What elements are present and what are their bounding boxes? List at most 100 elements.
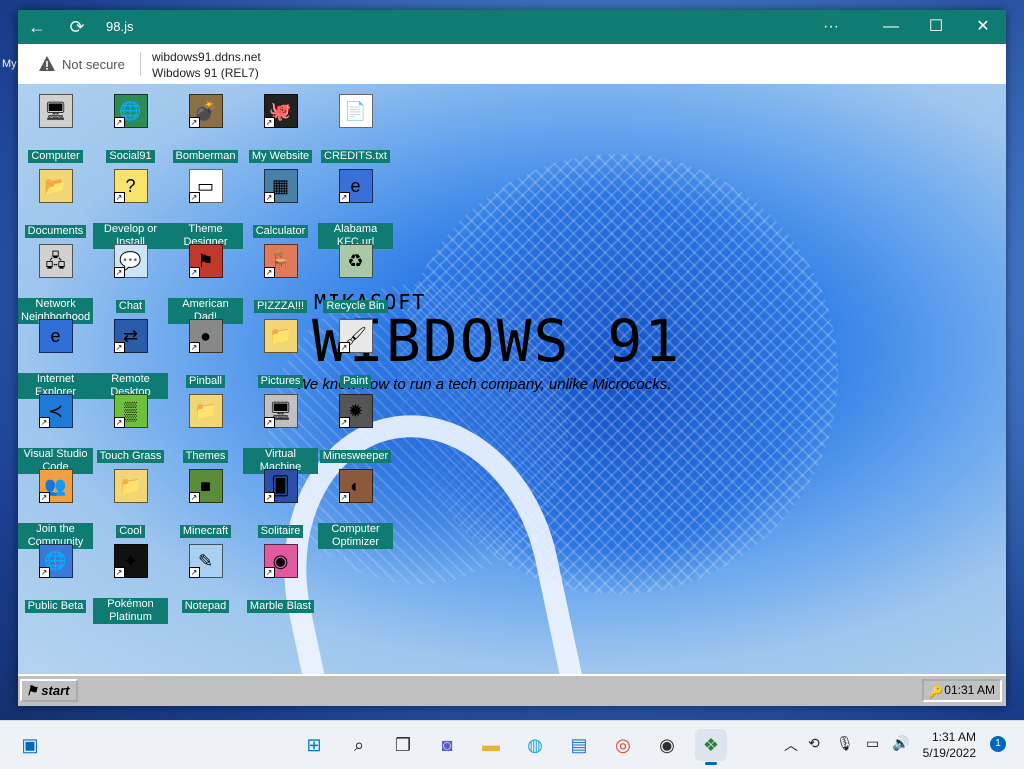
shortcut-arrow-icon: ↗ bbox=[113, 567, 125, 578]
desktop-icon[interactable]: ▦ ↗ Calculator bbox=[243, 169, 318, 239]
shortcut-arrow-icon: ↗ bbox=[188, 567, 200, 578]
desktop-icon[interactable]: ◐ ↗ Computer Optimizer bbox=[318, 469, 393, 550]
search-icon[interactable]: ⌕ bbox=[343, 729, 375, 761]
start-icon[interactable]: ⊞ bbox=[298, 729, 330, 761]
desktop-icon[interactable]: 📁 Cool bbox=[93, 469, 168, 539]
desktop-icon[interactable]: ✦ ↗ Pokémon Platinum bbox=[93, 544, 168, 625]
desktop-icon-image: ✦ ↗ bbox=[113, 544, 148, 578]
desktop-icon-image: ■ ↗ bbox=[188, 469, 223, 503]
store-icon[interactable]: ▤ bbox=[563, 729, 595, 761]
notification-badge[interactable]: 1 bbox=[990, 736, 1006, 752]
desktop-icon[interactable]: 🖥 ↗ Virtual Machine bbox=[243, 394, 318, 475]
desktop-icon[interactable]: 💣 ↗ Bomberman bbox=[168, 94, 243, 164]
desktop-icon[interactable]: ✎ ↗ Notepad bbox=[168, 544, 243, 614]
desktop-icon[interactable]: 🪑 ↗ PIZZZA!!! bbox=[243, 244, 318, 314]
desktop-icon-label: Notepad bbox=[181, 600, 230, 613]
sync-icon[interactable]: ⟲ bbox=[808, 735, 820, 752]
shortcut-arrow-icon: ↗ bbox=[263, 117, 275, 128]
shortcut-arrow-icon: ↗ bbox=[113, 117, 125, 128]
tray-clock[interactable]: 01:31 AM bbox=[944, 681, 995, 700]
desktop-icon-image: ⇄ ↗ bbox=[113, 319, 148, 353]
desktop-icon-image: ? ↗ bbox=[113, 169, 148, 203]
desktop-icon-image: 📄 bbox=[338, 94, 373, 128]
more-options-button[interactable]: ··· bbox=[808, 10, 854, 44]
chat-icon[interactable]: ◙ bbox=[431, 729, 463, 761]
desktop-icon[interactable]: 🌐 ↗ Social91 bbox=[93, 94, 168, 164]
desktop-icon[interactable]: ▭ ↗ Theme Designer bbox=[168, 169, 243, 250]
desktop-icon[interactable]: e ↗ Alabama KFC.url bbox=[318, 169, 393, 250]
shortcut-arrow-icon: ↗ bbox=[263, 192, 275, 203]
desktop-icon[interactable]: 📁 Pictures bbox=[243, 319, 318, 389]
desktop-icon[interactable]: 📂 Documents bbox=[18, 169, 93, 239]
desktop-icon[interactable]: 🖧 Network Neighborhood bbox=[18, 244, 94, 325]
desktop-icon-label: Touch Grass bbox=[96, 450, 165, 463]
shortcut-arrow-icon: ↗ bbox=[188, 117, 200, 128]
desktop-icon-image: 🖥 bbox=[38, 94, 73, 128]
desktop-icon[interactable]: 🖥 Computer bbox=[18, 94, 93, 164]
desktop-icon[interactable]: 🖌 ↗ Paint bbox=[318, 319, 393, 389]
desktop-icon-image: ● ↗ bbox=[188, 319, 223, 353]
warning-icon[interactable] bbox=[38, 55, 56, 73]
maximize-button[interactable]: ☐ bbox=[913, 10, 959, 44]
shortcut-arrow-icon: ↗ bbox=[188, 192, 200, 203]
desktop-icon[interactable]: ⚑ ↗ American Dad! bbox=[168, 244, 243, 325]
microphone-icon[interactable]: 🎙 bbox=[836, 735, 854, 752]
address-bar[interactable]: Not secure wibdows91.ddns.net Wibdows 91… bbox=[18, 44, 1006, 84]
desktop-icon[interactable]: ≺ ↗ Visual Studio Code bbox=[18, 394, 93, 475]
desktop-icon[interactable]: ? ↗ Develop or Install bbox=[93, 169, 168, 250]
desktop-icon-image: 👥 ↗ bbox=[38, 469, 73, 503]
shortcut-arrow-icon: ↗ bbox=[113, 192, 125, 203]
desktop-icon-label: Bomberman bbox=[172, 150, 239, 163]
security-status[interactable]: Not secure bbox=[62, 57, 125, 72]
desktop-icon-image: 📂 bbox=[38, 169, 73, 203]
volume-icon[interactable]: 🔊 bbox=[892, 735, 909, 752]
desktop-icon-label: Pictures bbox=[257, 375, 304, 388]
desktop-icon-label: My Website bbox=[248, 150, 313, 163]
desktop-icon-label: Marble Blast bbox=[246, 600, 315, 613]
desktop-icon[interactable]: ⇄ ↗ Remote Desktop bbox=[93, 319, 168, 400]
folder-pictures-icon: 📁 bbox=[263, 319, 298, 353]
chevron-up-icon[interactable]: ︿ bbox=[784, 735, 798, 755]
desktop-icon-label: Social91 bbox=[106, 150, 155, 163]
windows-taskbar: ▣ ⊞ ⌕ ❐ ◙ ▬ ◍ ▤ ◎ ◉ ❖ ︿ ⟲ 🎙 ▭ 🔊 1:31 AM 5/19/2022 … bbox=[0, 720, 1024, 769]
network-icon: 🖧 bbox=[38, 244, 73, 278]
desktop-icon-label: Themes bbox=[182, 450, 229, 463]
desktop-icon[interactable]: e Internet Explorer bbox=[18, 319, 93, 400]
desktop-icon[interactable]: ♻ Recycle Bin bbox=[318, 244, 393, 314]
address-divider bbox=[140, 52, 141, 76]
desktop-icon-label: Recycle Bin bbox=[323, 300, 388, 313]
start-button[interactable]: ⚑ start bbox=[20, 679, 78, 702]
desktop-icon[interactable]: ◉ ↗ Marble Blast bbox=[243, 544, 318, 614]
close-button[interactable]: ✕ bbox=[960, 10, 1006, 44]
taskbar-clock[interactable]: 1:31 AM 5/19/2022 bbox=[923, 729, 976, 761]
edge-icon[interactable]: ◍ bbox=[519, 729, 551, 761]
desktop-icon[interactable]: 🐙 ↗ My Website bbox=[243, 94, 318, 164]
minimize-button[interactable]: — bbox=[868, 10, 914, 44]
explorer-icon[interactable]: ▬ bbox=[475, 729, 507, 761]
app98-icon[interactable]: ❖ bbox=[695, 729, 727, 765]
desktop-icon[interactable]: ▒ ↗ Touch Grass bbox=[93, 394, 168, 464]
desktop-icon-image: ♻ bbox=[338, 244, 373, 278]
taskview-icon[interactable]: ❐ bbox=[387, 729, 419, 761]
network-icon[interactable]: ▭ bbox=[866, 735, 879, 752]
key-icon[interactable]: 🔑 bbox=[928, 683, 943, 702]
widgets-icon[interactable]: ▣ bbox=[14, 729, 46, 761]
desktop-icon[interactable]: 🂠 ↗ Solitaire bbox=[243, 469, 318, 539]
refresh-icon[interactable]: ⟳ bbox=[66, 16, 88, 38]
obs-icon[interactable]: ◉ bbox=[651, 729, 683, 761]
desktop-icon-image: ⚑ ↗ bbox=[188, 244, 223, 278]
desktop-icon[interactable]: ■ ↗ Minecraft bbox=[168, 469, 243, 539]
url-text[interactable]: wibdows91.ddns.net bbox=[152, 50, 261, 64]
desktop-icon[interactable]: 📁 Themes bbox=[168, 394, 243, 464]
desktop-icon[interactable]: ● ↗ Pinball bbox=[168, 319, 243, 389]
clock-date: 5/19/2022 bbox=[922, 746, 976, 760]
desktop-icon[interactable]: 🌐 ↗ Public Beta bbox=[18, 544, 93, 614]
desktop-icon[interactable]: 📄 CREDITS.txt bbox=[318, 94, 393, 164]
desktop-icon[interactable]: ✹ ↗ Minesweeper bbox=[318, 394, 393, 464]
windows-flag-icon: ⚑ bbox=[26, 683, 38, 698]
wibdows-desktop[interactable]: MIKASOFT WIBDOWS 91 We know how to run a… bbox=[18, 84, 1006, 674]
desktop-icon[interactable]: 💬 ↗ Chat bbox=[93, 244, 168, 314]
chrome-icon[interactable]: ◎ bbox=[607, 729, 639, 761]
desktop-icon[interactable]: 👥 ↗ Join the Community bbox=[18, 469, 93, 550]
back-arrow-icon[interactable]: ← bbox=[26, 16, 48, 38]
